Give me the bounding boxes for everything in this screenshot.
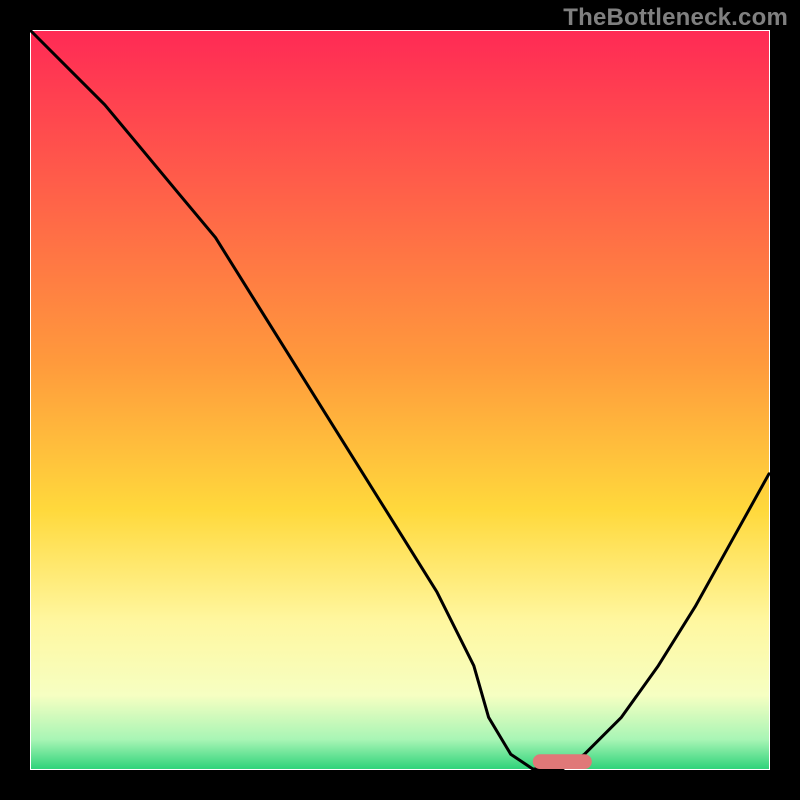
watermark-text: TheBottleneck.com (563, 4, 788, 32)
chart-svg (0, 0, 800, 800)
plot-area (31, 31, 769, 769)
gradient-background (31, 31, 769, 769)
optimal-marker (533, 754, 592, 769)
chart-container: TheBottleneck.com (0, 0, 800, 800)
